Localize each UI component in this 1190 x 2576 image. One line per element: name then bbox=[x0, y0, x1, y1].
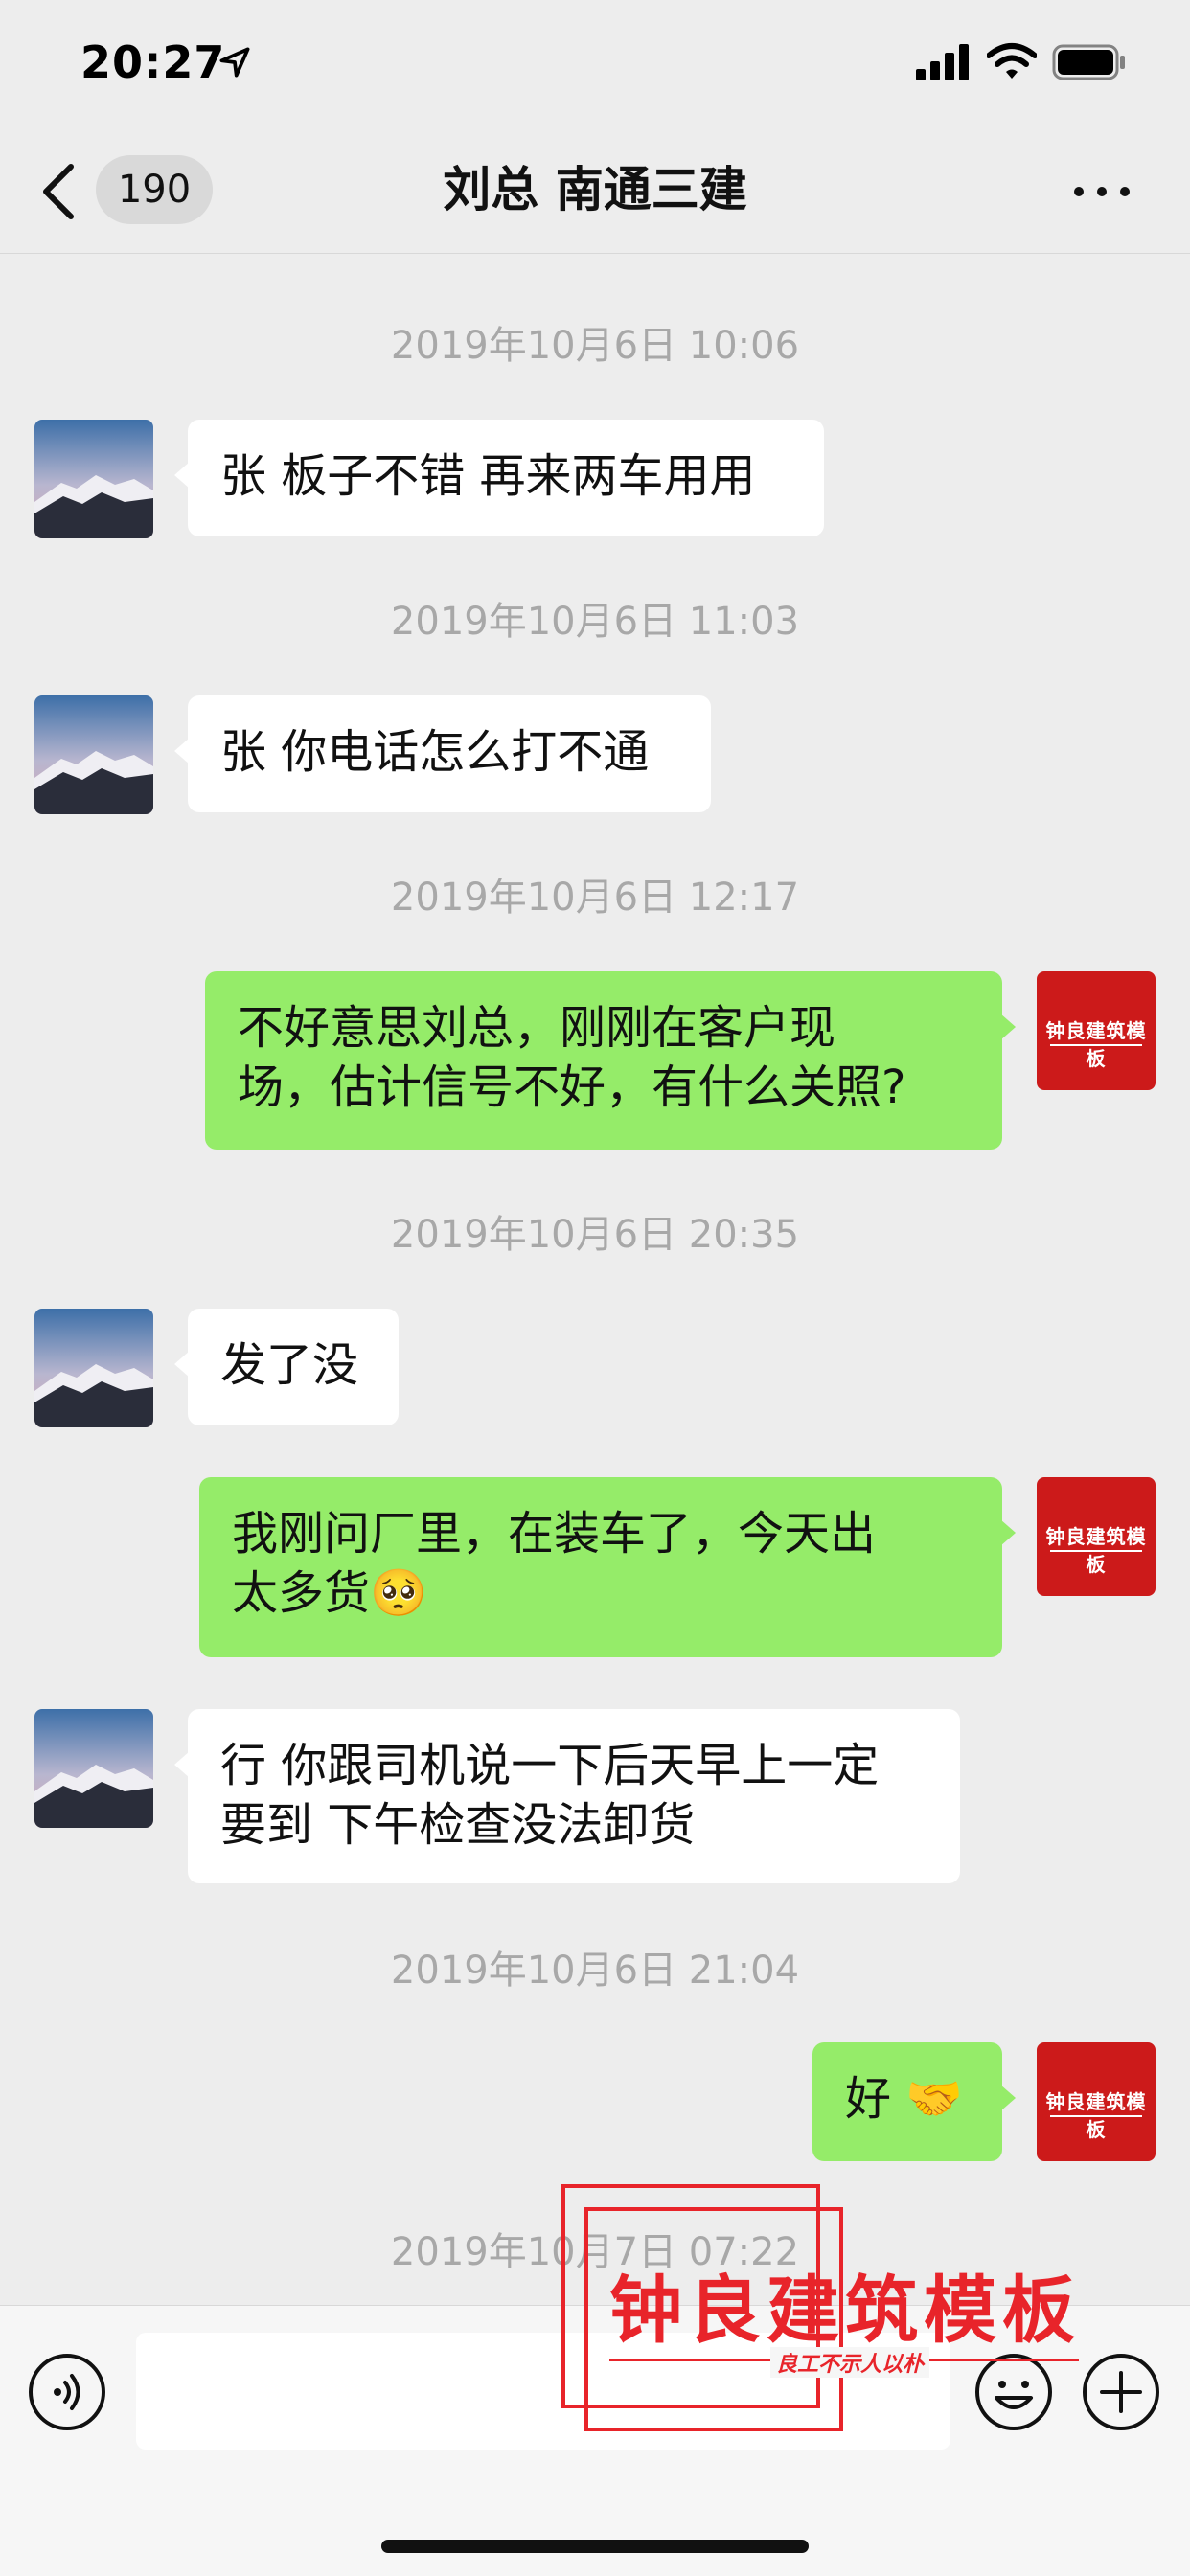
timestamp: 2019年10月6日 11:03 bbox=[390, 600, 800, 644]
message-bubble-incoming[interactable]: 张 你电话怎么打不通 bbox=[174, 695, 711, 812]
message-bubble-incoming[interactable]: 发了没 bbox=[174, 1309, 399, 1425]
timestamp: 2019年10月6日 21:04 bbox=[390, 1949, 800, 1993]
message-bubble-outgoing[interactable]: 不好意思刘总，刚刚在客户现 场，估计信号不好，有什么关照? bbox=[205, 971, 1016, 1150]
contact-avatar[interactable] bbox=[34, 1309, 153, 1427]
location-arrow-icon bbox=[219, 47, 250, 78]
contact-avatar[interactable] bbox=[34, 420, 153, 538]
timestamp: 2019年10月6日 10:06 bbox=[390, 324, 800, 368]
logo-text: 钟良建筑模板 bbox=[1045, 1019, 1147, 1070]
timestamp: 2019年10月6日 20:35 bbox=[390, 1213, 800, 1257]
message-text-line: 要到 下午检查没法卸货 bbox=[220, 1798, 696, 1852]
message-text: 张 板子不错 再来两车用用 bbox=[220, 449, 756, 503]
my-avatar[interactable]: 钟良建筑模板 bbox=[1037, 1477, 1156, 1596]
more-icon[interactable] bbox=[1071, 182, 1133, 201]
message-text: 好 🤝 bbox=[845, 2072, 964, 2126]
message-bubble-incoming[interactable]: 张 板子不错 再来两车用用 bbox=[174, 420, 824, 536]
nav-bar: 190 刘总 南通三建 bbox=[0, 134, 1190, 254]
my-avatar[interactable]: 钟良建筑模板 bbox=[1037, 971, 1156, 1090]
watermark-text: 钟良建筑模板 bbox=[609, 2268, 1081, 2353]
watermark-slogan: 良工不示人以朴 bbox=[770, 2347, 930, 2378]
watermark: 钟良建筑模板 良工不示人以朴 bbox=[561, 2184, 1098, 2431]
signal-icon bbox=[916, 44, 969, 80]
voice-icon[interactable] bbox=[27, 2352, 107, 2432]
message-bubble-incoming[interactable]: 行 你跟司机说一下后天早上一定 要到 下午检查没法卸货 bbox=[174, 1709, 960, 1883]
message-bubble-outgoing[interactable]: 好 🤝 bbox=[812, 2042, 1016, 2161]
message-text-line: 行 你跟司机说一下后天早上一定 bbox=[220, 1739, 880, 1792]
logo-text: 钟良建筑模板 bbox=[1045, 2090, 1147, 2141]
message-text: 张 你电话怎么打不通 bbox=[220, 725, 650, 779]
message-text-line: 场，估计信号不好，有什么关照? bbox=[238, 1060, 906, 1114]
chat-title: 刘总 南通三建 bbox=[443, 162, 747, 217]
timestamp: 2019年10月6日 12:17 bbox=[390, 876, 800, 920]
contact-avatar[interactable] bbox=[34, 695, 153, 814]
message-text: 发了没 bbox=[220, 1338, 359, 1392]
wifi-icon bbox=[987, 43, 1037, 79]
message-text-line: 不好意思刘总，刚刚在客户现 bbox=[238, 1001, 836, 1055]
message-text-line: 我刚问厂里，在装车了，今天出 bbox=[232, 1507, 877, 1561]
my-avatar[interactable]: 钟良建筑模板 bbox=[1037, 2042, 1156, 2161]
message-bubble-outgoing[interactable]: 我刚问厂里，在装车了，今天出 太多货🥺 bbox=[199, 1477, 1016, 1657]
battery-icon bbox=[1052, 44, 1125, 80]
home-indicator bbox=[381, 2540, 809, 2553]
status-time: 20:27 bbox=[80, 36, 226, 88]
contact-avatar[interactable] bbox=[34, 1709, 153, 1828]
status-bar: 20:27 bbox=[0, 0, 1190, 134]
logo-text: 钟良建筑模板 bbox=[1045, 1525, 1147, 1576]
message-text-line: 太多货🥺 bbox=[232, 1566, 427, 1620]
